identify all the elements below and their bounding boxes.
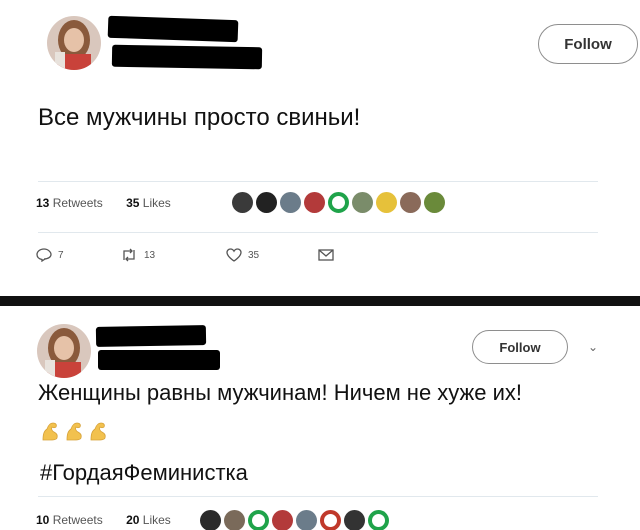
muscle-emoji — [42, 422, 58, 441]
retweet-action[interactable]: 13 — [120, 248, 226, 262]
divider — [38, 181, 598, 182]
message-action[interactable] — [318, 248, 334, 262]
redacted-username — [95, 325, 207, 347]
liker-avatar[interactable] — [368, 510, 389, 530]
muscle-emoji — [66, 422, 82, 441]
liker-avatar[interactable] — [400, 192, 421, 213]
divider — [38, 232, 598, 233]
chevron-down-icon[interactable]: ⌄ — [588, 340, 598, 354]
liker-avatar[interactable] — [200, 510, 221, 530]
liker-avatar[interactable] — [248, 510, 269, 530]
liker-avatar[interactable] — [232, 192, 253, 213]
tweet-text: Женщины равны мужчинам! Ничем не хуже их… — [38, 380, 523, 405]
emoji-row — [40, 420, 108, 442]
tweet-card-1: Follow Все мужчины просто свиньи! 13 Ret… — [0, 0, 640, 298]
liker-avatar[interactable] — [280, 192, 301, 213]
message-icon — [318, 249, 334, 261]
reply-icon — [36, 248, 52, 262]
retweet-icon — [123, 248, 135, 262]
tweet-actions: 7 13 35 — [36, 248, 334, 262]
redacted-username — [107, 15, 239, 43]
follow-button[interactable]: Follow — [472, 330, 568, 364]
liker-avatar[interactable] — [272, 510, 293, 530]
liker-avatar[interactable] — [304, 192, 325, 213]
tweet-card-2: Follow ⌄ Женщины равны мужчинам! Ничем н… — [0, 306, 640, 530]
liker-avatar[interactable] — [256, 192, 277, 213]
liker-avatar[interactable] — [296, 510, 317, 530]
separator — [0, 296, 640, 306]
reply-action[interactable]: 7 — [36, 248, 120, 262]
redacted-handle — [98, 350, 220, 370]
liker-avatar[interactable] — [424, 192, 445, 213]
divider — [38, 496, 598, 497]
hashtag-link[interactable]: #ГордаяФеминистка — [40, 460, 248, 486]
muscle-emoji — [90, 422, 106, 441]
liker-avatars — [200, 510, 389, 530]
liker-avatar[interactable] — [224, 510, 245, 530]
avatar[interactable] — [47, 16, 101, 70]
liker-avatars — [232, 192, 445, 213]
liker-avatar[interactable] — [352, 192, 373, 213]
retweets-label[interactable]: Retweets — [53, 196, 103, 210]
likes-label[interactable]: Likes — [143, 196, 171, 210]
like-action[interactable]: 35 — [226, 248, 318, 262]
liker-avatar[interactable] — [376, 192, 397, 213]
liker-avatar[interactable] — [328, 192, 349, 213]
tweet-stats: 13 Retweets 35 Likes — [36, 196, 171, 210]
redacted-handle — [111, 44, 263, 70]
tweet-text: Все мужчины просто свиньи! — [38, 104, 361, 131]
avatar[interactable] — [37, 324, 91, 378]
liker-avatar[interactable] — [344, 510, 365, 530]
like-icon — [226, 248, 242, 262]
liker-avatar[interactable] — [320, 510, 341, 530]
tweet-stats: 10 Retweets 20 Likes — [36, 513, 171, 527]
follow-button[interactable]: Follow — [538, 24, 638, 64]
retweets-label[interactable]: Retweets — [53, 513, 103, 527]
likes-label[interactable]: Likes — [143, 513, 171, 527]
